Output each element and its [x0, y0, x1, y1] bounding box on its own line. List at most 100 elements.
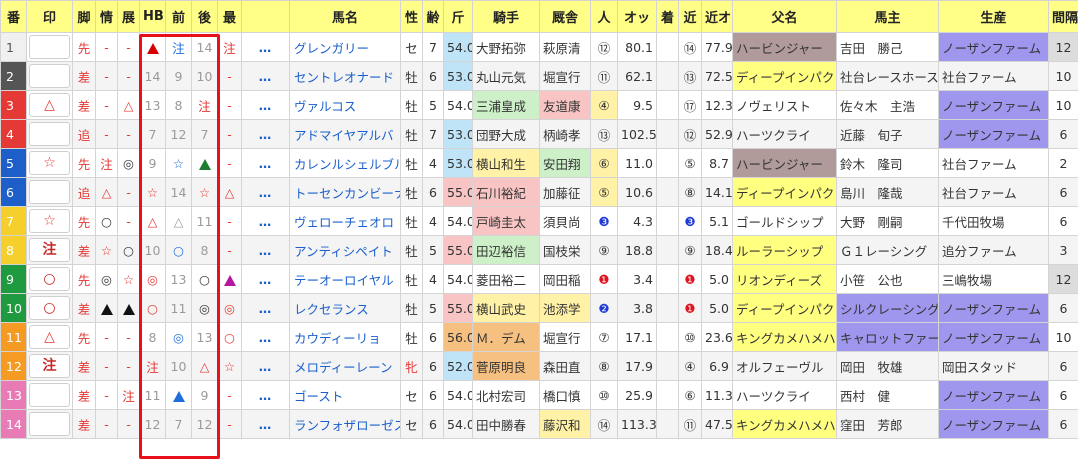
more-icon[interactable]: … — [241, 351, 290, 381]
header-sex[interactable]: 性 — [400, 0, 423, 33]
more-icon[interactable]: … — [241, 264, 290, 294]
recent-odds: 77.9 — [701, 32, 733, 62]
horse-name-link[interactable]: ヴェローチェオロ — [289, 206, 401, 236]
header-dev[interactable]: 展 — [117, 0, 140, 33]
table-row[interactable]: 5 ☆ 先注 ◎ 9 ☆ -… カレンルシェルブル牡 4 53.0 横山和生 安田翔 ⑥ 11.0 ⑤ 8.7… — [0, 148, 1078, 178]
odds: 18.8 — [617, 235, 657, 265]
more-icon[interactable]: … — [241, 380, 290, 410]
header-pop[interactable]: 人 — [590, 0, 618, 33]
prediction-mark-cell[interactable]: ○ — [26, 293, 73, 323]
table-row[interactable]: 6 追 △ - ☆ 14 ☆ △… トーセンカンビーナ牡 6 55.0 石川裕紀 加藤征 ⑤ 10.6 ⑧ 14… — [0, 177, 1078, 207]
horse-name-link[interactable]: アンティシペイト — [289, 235, 401, 265]
prediction-mark-cell[interactable]: ○ — [26, 264, 73, 294]
finish-position — [656, 351, 679, 381]
horse-name-link[interactable]: メロディーレーン — [289, 351, 401, 381]
table-row[interactable]: 8 注差 ☆ ○ 10 ○ 8-… アンティシペイト牡 5 55.0 田辺裕信 国枝栄 ⑨ 18.8 ⑨ 18… — [0, 235, 1078, 265]
horse-name-link[interactable]: トーセンカンビーナ — [289, 177, 401, 207]
more-icon[interactable]: … — [241, 90, 290, 120]
prediction-mark-cell[interactable] — [26, 119, 73, 149]
prediction-mark-cell[interactable] — [26, 177, 73, 207]
table-row[interactable]: 7 ☆ 先 ○ - △ △ 11-… ヴェローチェオロ牡 4 54.0 戸崎圭太 須貝尚 ❸ 4.3 ❸ 5.1… — [0, 206, 1078, 236]
prediction-mark-select[interactable] — [29, 412, 70, 436]
prediction-mark-select[interactable] — [29, 180, 70, 204]
table-row[interactable]: 4 追 - -7 12 7-… アドマイヤアルバ牡 7 53.0 団野大成 柄崎孝 ⑬ 102.5 ⑫ 52… — [0, 119, 1078, 149]
table-row[interactable]: 1 先 - - 注 14 注… グレンガリーセ 7 54.0 大野拓弥 萩原清 ⑫ 80.1 ⑭ 77.9 ハー… — [0, 32, 1078, 62]
more-icon[interactable]: … — [241, 409, 290, 439]
more-icon[interactable]: … — [241, 61, 290, 91]
prediction-mark-select[interactable] — [29, 35, 70, 59]
horse-name-link[interactable]: カレンルシェルブル — [289, 148, 401, 178]
prediction-mark-cell[interactable] — [26, 61, 73, 91]
header-last[interactable]: 最 — [217, 0, 242, 33]
more-icon[interactable]: … — [241, 206, 290, 236]
header-num[interactable]: 番 — [0, 0, 27, 33]
header-info[interactable]: 情 — [95, 0, 118, 33]
prediction-mark-cell[interactable]: 注 — [26, 351, 73, 381]
prediction-mark-cell[interactable] — [26, 380, 73, 410]
horse-name-link[interactable]: ゴースト — [289, 380, 401, 410]
prediction-mark-select[interactable]: ○ — [29, 267, 70, 291]
table-row[interactable]: 13 差 - 注 11 9-… ゴーストセ 6 54.0 北村宏司 橋口慎 ⑩ 25.9 ⑥ 11.3 ハーツ… — [0, 380, 1078, 410]
table-row[interactable]: 3 △ 差 - △ 13 8 注 -… ヴァルコス牡 5 54.0 三浦皇成 友道康 ④ 9.5 ⑰ 12.3 ノヴ… — [0, 90, 1078, 120]
header-owner[interactable]: 馬主 — [836, 0, 939, 33]
prediction-mark-select[interactable]: 注 — [29, 238, 70, 262]
horse-name-link[interactable]: グレンガリー — [289, 32, 401, 62]
header-trainer[interactable]: 厩舎 — [539, 0, 591, 33]
prediction-mark-cell[interactable]: ☆ — [26, 148, 73, 178]
header-recent-odds[interactable]: 近オ — [701, 0, 733, 33]
horse-name-link[interactable]: ヴァルコス — [289, 90, 401, 120]
more-icon[interactable]: … — [241, 148, 290, 178]
horse-name-link[interactable]: カウディーリョ — [289, 322, 401, 352]
header-prev[interactable]: 前 — [165, 0, 192, 33]
header-recent[interactable]: 近 — [678, 0, 702, 33]
table-row[interactable]: 14 差 - -12 7 12-… ランフォザローゼスセ 6 54.0 田中勝春 藤沢和 ⑭ 113.3… — [0, 409, 1078, 439]
prediction-mark-cell[interactable] — [26, 32, 73, 62]
prediction-mark-select[interactable]: △ — [29, 325, 70, 349]
header-hb[interactable]: HB — [139, 0, 166, 33]
header-breeder[interactable]: 生産 — [938, 0, 1049, 33]
more-icon[interactable]: … — [241, 235, 290, 265]
prediction-mark-select[interactable]: 注 — [29, 354, 70, 378]
table-row[interactable]: 2 差 - -14 9 10-… セントレオナード牡 6 53.0 丸山元気 堀宣行 ⑪ 62.1 ⑬ 72… — [0, 61, 1078, 91]
horse-name-link[interactable]: アドマイヤアルバ — [289, 119, 401, 149]
header-odds[interactable]: オッ — [617, 0, 657, 33]
prediction-mark-select[interactable]: ○ — [29, 296, 70, 320]
owner-name: キャロットファーム — [836, 322, 939, 352]
prediction-mark-cell[interactable]: 注 — [26, 235, 73, 265]
last-mark: △ — [217, 177, 242, 207]
prediction-mark-select[interactable] — [29, 122, 70, 146]
header-jockey[interactable]: 騎手 — [472, 0, 540, 33]
header-sire[interactable]: 父名 — [732, 0, 837, 33]
prediction-mark-select[interactable] — [29, 64, 70, 88]
header-after[interactable]: 後 — [191, 0, 218, 33]
more-icon[interactable]: … — [241, 32, 290, 62]
header-leg[interactable]: 脚 — [72, 0, 96, 33]
prediction-mark-cell[interactable]: △ — [26, 90, 73, 120]
horse-name-link[interactable]: テーオーロイヤル — [289, 264, 401, 294]
more-icon[interactable]: … — [241, 119, 290, 149]
table-row[interactable]: 11 △ 先 - -8 ◎ 13 ○… カウディーリョ牡 6 56.0 Ｍ．デム 堀宣行 ⑦ 17.1 ⑩ 23… — [0, 322, 1078, 352]
table-row[interactable]: 10 ○ 差 ○ 11 ◎ ◎… レクセランス牡 5 55.0 横山武史 池添学 ❷ 3.8 ❶ 5.0 ディー… — [0, 293, 1078, 323]
header-age[interactable]: 齢 — [422, 0, 444, 33]
prediction-mark-cell[interactable]: ☆ — [26, 206, 73, 236]
prediction-mark-cell[interactable]: △ — [26, 322, 73, 352]
header-horse[interactable]: 馬名 — [289, 0, 401, 33]
prediction-mark-select[interactable]: ☆ — [29, 209, 70, 233]
prediction-mark-select[interactable]: ☆ — [29, 151, 70, 175]
sire-name: ハーツクライ — [732, 119, 837, 149]
prediction-mark-select[interactable] — [29, 383, 70, 407]
prediction-mark-cell[interactable] — [26, 409, 73, 439]
horse-name-link[interactable]: ランフォザローゼス — [289, 409, 401, 439]
header-mark[interactable]: 印 — [26, 0, 73, 33]
header-finish[interactable]: 着 — [656, 0, 679, 33]
table-row[interactable]: 9 ○ 先 ◎ ☆ ◎ 13 ○… テーオーロイヤル牡 4 54.0 菱田裕二 岡田稲 ❶ 3.4 ❶ 5.0 リ… — [0, 264, 1078, 294]
table-row[interactable]: 12 注差 - - 注 10 △ ☆… メロディーレーン牝 6 52.0 菅原明良 森田直 ⑧ 17.9 ④ 6… — [0, 351, 1078, 381]
horse-name-link[interactable]: セントレオナード — [289, 61, 401, 91]
horse-name-link[interactable]: レクセランス — [289, 293, 401, 323]
more-icon[interactable]: … — [241, 322, 290, 352]
more-icon[interactable]: … — [241, 293, 290, 323]
header-interval[interactable]: 間隔 — [1048, 0, 1078, 33]
header-weight[interactable]: 斤 — [443, 0, 473, 33]
prediction-mark-select[interactable]: △ — [29, 93, 70, 117]
more-icon[interactable]: … — [241, 177, 290, 207]
